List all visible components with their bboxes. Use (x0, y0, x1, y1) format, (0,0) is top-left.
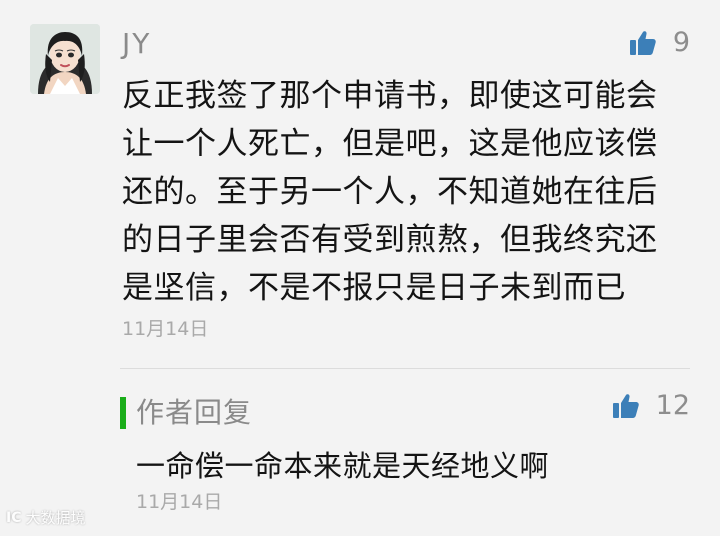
comment-date: 11月14日 (122, 318, 209, 340)
reply-accent-bar (120, 397, 126, 429)
comment-item: JY 9 反正我签了那个申请书，即使这可能会让一个人死亡，但是吧，这是他应该偿还… (0, 0, 720, 360)
comment-like-count: 9 (672, 27, 690, 58)
reply-date: 11月14日 (136, 491, 223, 513)
author-reply-label-text: 作者回复 (136, 396, 253, 429)
comment-text: 反正我签了那个申请书，即使这可能会让一个人死亡，但是吧，这是他应该偿还的。至于另… (122, 78, 658, 306)
watermark-text: 大数据境 (25, 509, 86, 527)
thumbs-up-icon (629, 31, 656, 55)
author-reply-label: 作者回复 (120, 395, 252, 431)
watermark: IC 大数据境 (6, 509, 86, 527)
thumbs-up-icon (612, 394, 639, 418)
author-reply-text: 一命偿一命本来就是天经地义啊 (136, 449, 550, 483)
comment-username[interactable]: JY (122, 26, 151, 62)
watermark-mark: IC (6, 510, 22, 526)
avatar[interactable] (30, 24, 100, 94)
reply-like-count: 12 (655, 390, 690, 421)
avatar-girl-illustration-icon (30, 24, 100, 94)
reply-like-button[interactable]: 12 (612, 390, 690, 422)
comment-like-button[interactable]: 9 (629, 27, 690, 59)
